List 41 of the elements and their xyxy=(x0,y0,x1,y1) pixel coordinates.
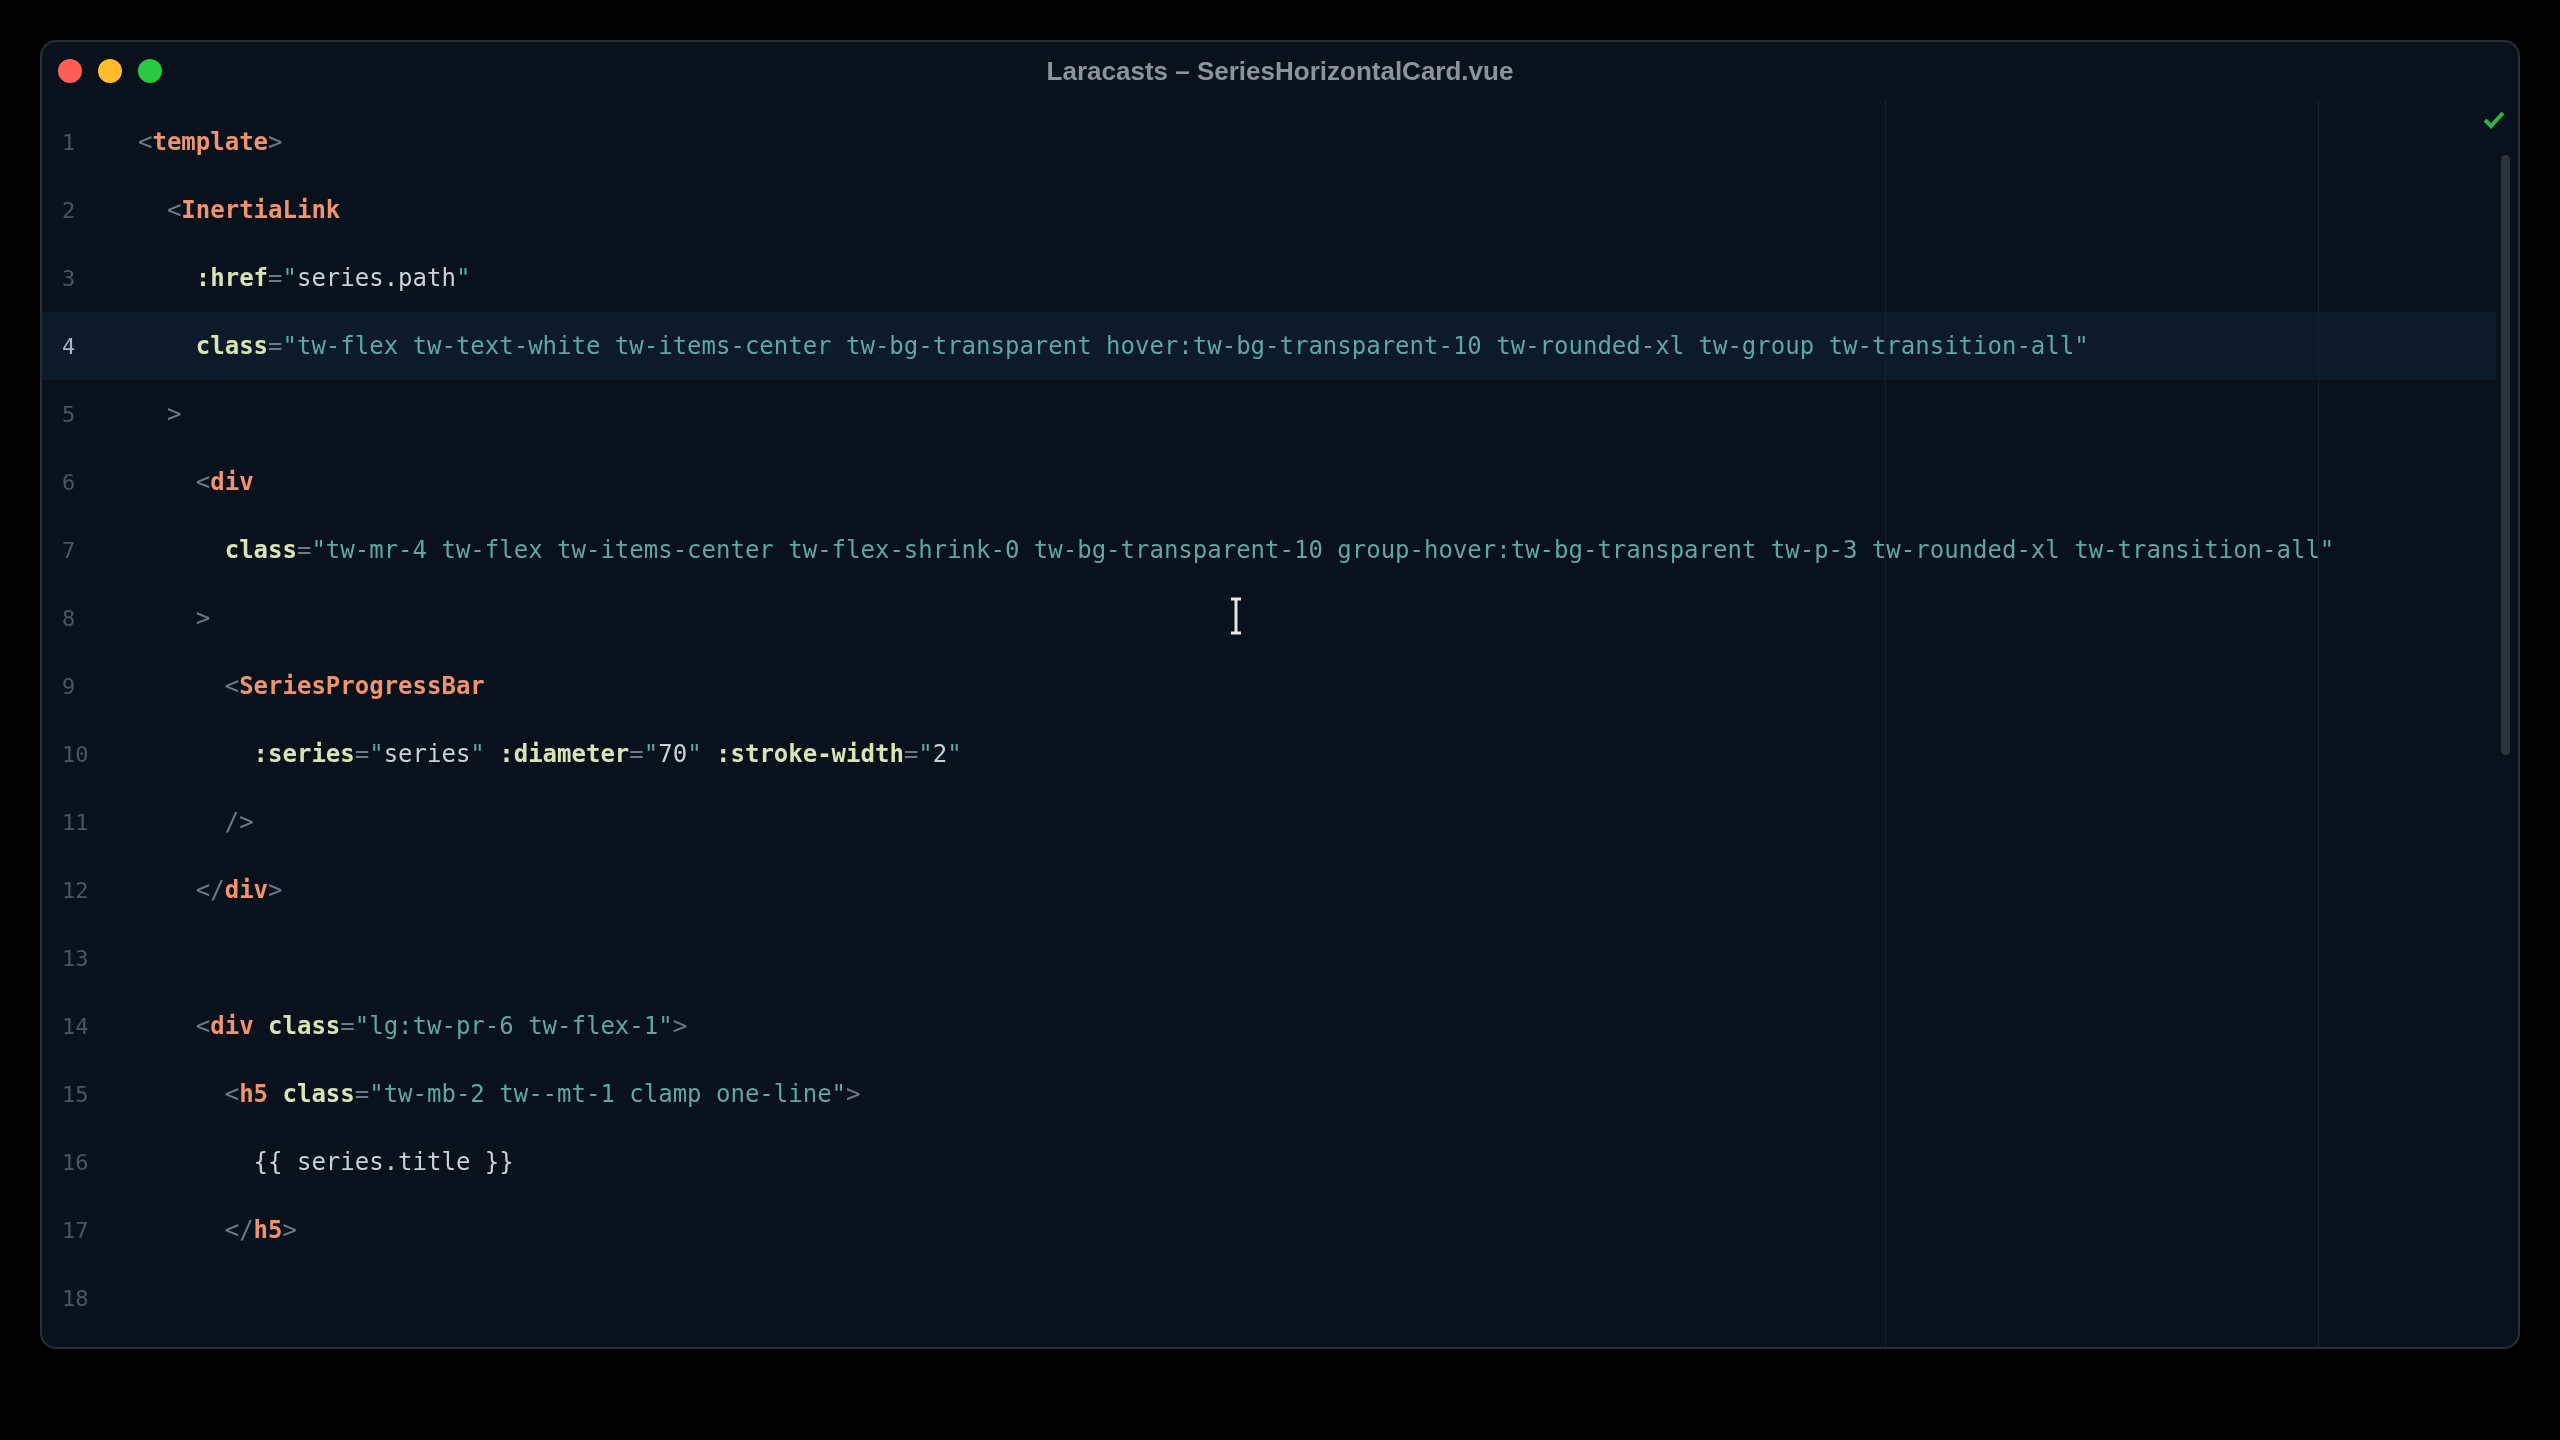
code-line: <h5 class="tw-mb-2 tw--mt-1 clamp one-line"> xyxy=(223,1080,861,1108)
line-number: 15 xyxy=(61,1081,90,1107)
code-line: <SeriesProgressBar xyxy=(223,672,485,700)
maximize-button[interactable] xyxy=(138,59,162,83)
code-line: </h5> xyxy=(223,1216,297,1244)
code-line: <InertiaLink xyxy=(165,196,341,224)
line-number: 1 xyxy=(61,129,77,155)
line-number: 16 xyxy=(61,1149,90,1175)
line-number: 18 xyxy=(61,1285,90,1311)
line-number: 7 xyxy=(61,537,77,563)
code-line: class="tw-flex tw-text-white tw-items-center tw-bg-transparent hover:tw-bg-transparent-10 tw-rounded-xl tw-group tw-transition-all" xyxy=(194,332,2089,360)
code-line: <div xyxy=(194,468,254,496)
minimize-button[interactable] xyxy=(98,59,122,83)
line-number: 12 xyxy=(61,877,90,903)
line-number: 9 xyxy=(61,673,77,699)
line-number: 11 xyxy=(61,809,90,835)
code-line: /> xyxy=(223,808,254,836)
code-line: {{ series.title }} xyxy=(252,1148,514,1176)
line-number: 17 xyxy=(61,1217,90,1243)
line-number: 3 xyxy=(61,265,77,291)
line-number: 5 xyxy=(61,401,77,427)
code-line: <template> xyxy=(138,128,283,156)
text-cursor-icon xyxy=(1229,597,1243,635)
close-button[interactable] xyxy=(58,59,82,83)
code-line: > xyxy=(194,604,211,632)
code-line: <div class="lg:tw-pr-6 tw-flex-1"> xyxy=(194,1012,688,1040)
scrollbar-thumb[interactable] xyxy=(2501,155,2510,755)
line-number: 6 xyxy=(61,469,77,495)
line-number: 2 xyxy=(61,197,77,223)
check-icon xyxy=(2482,110,2506,130)
line-number: 13 xyxy=(61,945,90,971)
code-line: </div> xyxy=(194,876,283,904)
code-line: :series="series" :diameter="70" :stroke-width="2" xyxy=(252,740,962,768)
code-line: :href="series.path" xyxy=(194,264,471,292)
line-number: 10 xyxy=(61,741,90,767)
code-line: > xyxy=(165,400,182,428)
line-number: 14 xyxy=(61,1013,90,1039)
window-title: Laracasts – SeriesHorizontalCard.vue xyxy=(1046,55,1514,86)
line-number: 8 xyxy=(61,605,77,631)
line-number: 4 xyxy=(61,333,77,359)
code-line: class="tw-mr-4 tw-flex tw-items-center tw-flex-shrink-0 tw-bg-transparent-10 group-hover:tw-bg-transparent tw-p-3 tw-rounded-xl tw-transition-all" xyxy=(223,536,2335,564)
